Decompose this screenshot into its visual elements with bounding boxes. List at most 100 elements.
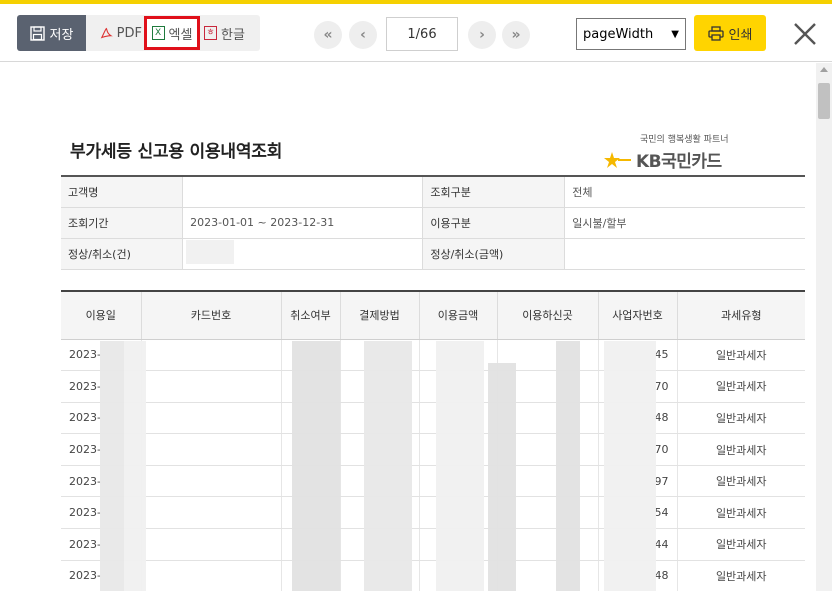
export-pdf-button[interactable]: PDF [100, 15, 142, 51]
cell-card-number [140, 402, 281, 435]
cell-tax-type: 일반과세자 [676, 339, 805, 372]
redacted-area [364, 341, 412, 591]
viewer-toolbar: 저장 PDF X 엑셀 ㅎ 한글 « ‹ 1/66 › » pageWidth … [0, 4, 832, 62]
column-header: 카드번호 [140, 290, 281, 340]
close-button[interactable] [790, 19, 820, 49]
cell-tax-type: 일반과세자 [676, 496, 805, 530]
table-row: 2023- 48 일반과세자 [61, 560, 805, 591]
vertical-scrollbar[interactable] [816, 63, 832, 591]
column-header: 이용일 [61, 290, 141, 340]
redacted-area [100, 341, 124, 591]
double-chevron-right-icon: » [511, 27, 521, 43]
brand-logo: KB국민카드 [604, 147, 722, 172]
column-header: 취소여부 [280, 290, 340, 340]
double-chevron-left-icon: « [323, 27, 333, 43]
document-viewer[interactable]: 부가세등 신고용 이용내역조회 국민의 행복생활 파트너 KB국민카드 고객명 … [0, 63, 832, 591]
cell-card-number [140, 560, 281, 591]
info-label: 조회기간 [61, 206, 183, 239]
page-number-input[interactable]: 1/66 [386, 17, 458, 51]
hwp-icon: ㅎ [204, 26, 217, 40]
cell-tax-type: 일반과세자 [676, 370, 805, 403]
info-label: 정상/취소(건) [61, 237, 183, 270]
print-button[interactable]: 인쇄 [694, 15, 766, 51]
info-value [564, 237, 805, 270]
hwp-label: 한글 [221, 27, 245, 43]
floppy-disk-icon [29, 25, 45, 41]
info-label: 조회구분 [422, 175, 565, 208]
save-button[interactable]: 저장 [17, 15, 86, 51]
cell-tax-type: 일반과세자 [676, 528, 805, 561]
column-header: 이용금액 [418, 290, 497, 340]
printer-icon [707, 25, 724, 41]
column-header: 결제방법 [339, 290, 419, 340]
first-page-button[interactable]: « [314, 21, 342, 49]
cell-tax-type: 일반과세자 [676, 402, 805, 435]
export-hwp-button[interactable]: ㅎ 한글 [204, 15, 256, 51]
prev-page-button[interactable]: ‹ [349, 21, 377, 49]
brand-slogan: 국민의 행복생활 파트너 [640, 135, 729, 145]
info-label: 고객명 [61, 175, 183, 208]
table-row: 2023- 54 일반과세자 [61, 496, 805, 530]
page-indicator: 1/66 [407, 26, 437, 42]
close-icon [794, 23, 816, 45]
chevron-right-icon: › [479, 27, 485, 43]
info-label: 정상/취소(금액) [422, 237, 565, 270]
next-page-button[interactable]: › [468, 21, 496, 49]
info-value [182, 175, 423, 208]
last-page-button[interactable]: » [502, 21, 530, 49]
pdf-icon [100, 27, 113, 39]
redacted-area [488, 363, 516, 591]
info-row: 조회기간 2023-01-01 ~ 2023-12-31 이용구분 일시불/할부 [61, 206, 805, 239]
table-row: 2023- 70 일반과세자 [61, 370, 805, 403]
cell-card-number [140, 465, 281, 498]
kb-star-icon [604, 151, 631, 168]
chevron-left-icon: ‹ [360, 27, 366, 43]
export-button-group: PDF X 엑셀 ㅎ 한글 [86, 15, 260, 51]
excel-icon: X [151, 26, 165, 40]
query-info-table: 고객명 조회구분 전체 조회기간 2023-01-01 ~ 2023-12-31… [61, 175, 805, 270]
zoom-value: pageWidth [583, 26, 654, 42]
redacted-area [124, 341, 146, 591]
info-row: 고객명 조회구분 전체 [61, 175, 805, 208]
print-label: 인쇄 [728, 27, 753, 43]
cell-card-number [140, 433, 281, 466]
zoom-select[interactable]: pageWidth ▼ [576, 18, 686, 50]
cell-card-number [140, 339, 281, 372]
table-header-row: 이용일 카드번호 취소여부 결제방법 이용금액 이용하신곳 사업자번호 과세유형 [61, 290, 805, 340]
cell-tax-type: 일반과세자 [676, 433, 805, 466]
info-row: 정상/취소(건) 정상/취소(금액) [61, 237, 805, 270]
table-row: 2023- 45 일반과세자 [61, 339, 805, 372]
redacted-area [436, 341, 484, 591]
document-title: 부가세등 신고용 이용내역조회 [70, 142, 283, 162]
redacted-area [556, 341, 580, 591]
excel-label: 엑셀 [168, 27, 193, 43]
cell-card-number [140, 496, 281, 530]
pdf-label: PDF [116, 25, 142, 41]
export-excel-button[interactable]: X 엑셀 [144, 16, 200, 50]
save-label: 저장 [49, 27, 74, 43]
scrollbar-thumb[interactable] [818, 83, 830, 119]
table-row: 2023- 97 일반과세자 [61, 465, 805, 498]
table-row: 2023- 44 일반과세자 [61, 528, 805, 561]
cell-tax-type: 일반과세자 [676, 560, 805, 591]
info-value: 일시불/할부 [564, 206, 805, 239]
column-header: 사업자번호 [597, 290, 677, 340]
transaction-table: 이용일 카드번호 취소여부 결제방법 이용금액 이용하신곳 사업자번호 과세유형… [61, 290, 805, 591]
info-value: 전체 [564, 175, 805, 208]
scroll-up-arrow-icon[interactable] [820, 67, 828, 72]
brand-name: KB국민카드 [636, 152, 722, 172]
info-value: 2023-01-01 ~ 2023-12-31 [182, 206, 423, 239]
cell-card-number [140, 370, 281, 403]
chevron-down-icon: ▼ [671, 28, 679, 40]
column-header: 이용하신곳 [496, 290, 598, 340]
redacted-area [292, 341, 340, 591]
column-header: 과세유형 [676, 290, 805, 340]
cell-card-number [140, 528, 281, 561]
redacted-area [604, 341, 656, 591]
table-row: 2023- 48 일반과세자 [61, 402, 805, 435]
info-label: 이용구분 [422, 206, 565, 239]
redacted-area [186, 240, 234, 264]
table-row: 2023- 70 일반과세자 [61, 433, 805, 466]
cell-tax-type: 일반과세자 [676, 465, 805, 498]
document-page: 부가세등 신고용 이용내역조회 국민의 행복생활 파트너 KB국민카드 고객명 … [0, 63, 816, 591]
